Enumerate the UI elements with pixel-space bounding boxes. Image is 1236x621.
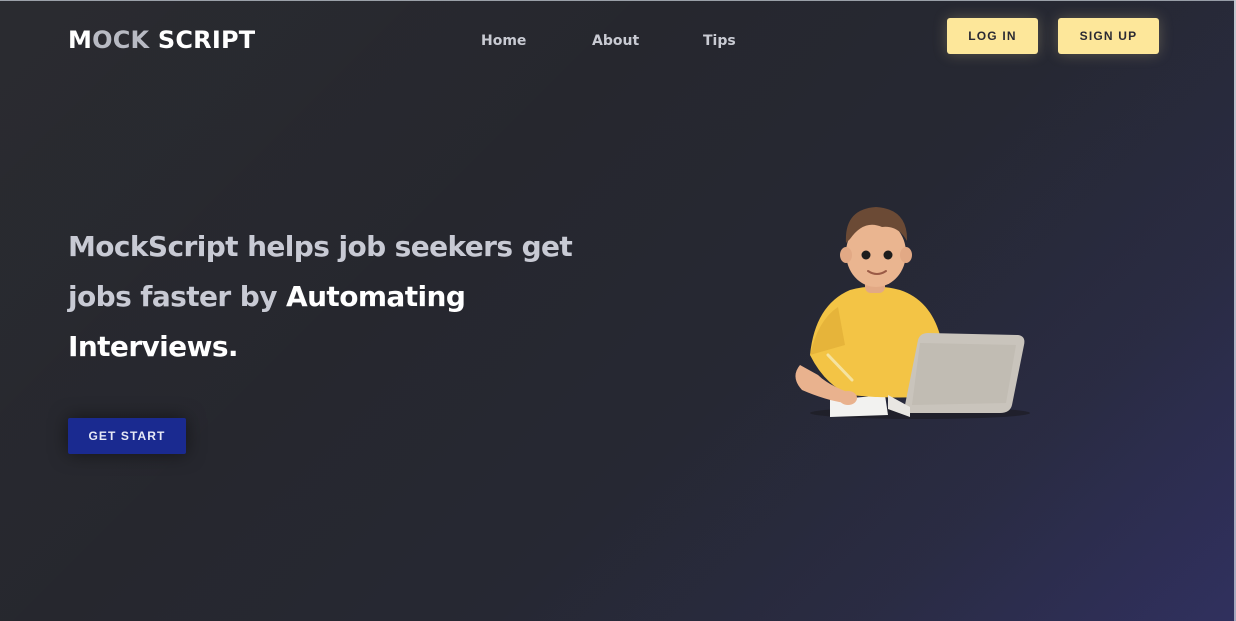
logo-letters-ock: OCK (92, 26, 150, 54)
top-navbar: MOCK SCRIPT Home About Tips LOG IN SIGN … (0, 0, 1236, 80)
logo-word-script: SCRIPT (149, 26, 256, 54)
hero-line-2-muted: jobs faster by (68, 280, 287, 313)
signup-button[interactable]: SIGN UP (1058, 18, 1159, 54)
get-start-button[interactable]: GET START (68, 418, 186, 454)
hero-line-2-highlight: Automating (286, 280, 466, 313)
person-with-laptop-illustration (795, 207, 1030, 419)
logo-letter-m: M (68, 26, 93, 54)
logo[interactable]: MOCK SCRIPT (68, 26, 255, 54)
nav-link-about[interactable]: About (592, 33, 639, 49)
hero-line-3: Interviews. (68, 330, 239, 363)
login-button[interactable]: LOG IN (947, 18, 1038, 54)
nav-link-home[interactable]: Home (481, 33, 526, 49)
hero-line-1: MockScript helps job seekers get (68, 230, 573, 263)
nav-link-tips[interactable]: Tips (703, 33, 736, 49)
hero-headline: MockScript helps job seekers get jobs fa… (68, 222, 588, 372)
